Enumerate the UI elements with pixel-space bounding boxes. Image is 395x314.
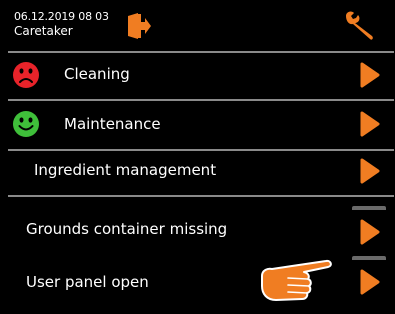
message-grounds-container-missing[interactable]: Grounds container missing: [0, 206, 395, 254]
datetime-text: 06.12.2019 08 03: [14, 10, 109, 23]
sad-face-icon: [12, 61, 40, 89]
menu-item-cleaning[interactable]: Cleaning: [0, 53, 395, 98]
arrow-right-button[interactable]: [352, 53, 386, 97]
menu-item-label: Maintenance: [64, 115, 161, 133]
header-bar: 06.12.2019 08 03 Caretaker: [0, 0, 395, 50]
separator-line: [8, 195, 394, 197]
menu-item-maintenance[interactable]: Maintenance: [0, 101, 395, 148]
arrow-right-button[interactable]: [352, 256, 386, 304]
wrench-icon[interactable]: [342, 10, 378, 42]
arrow-right-button[interactable]: [352, 102, 386, 146]
logout-door-icon[interactable]: [126, 12, 152, 40]
menu-item-label: Cleaning: [64, 65, 130, 83]
arrow-right-button[interactable]: [352, 206, 386, 254]
pointing-hand-icon: [258, 258, 338, 304]
arrow-right-button[interactable]: [352, 149, 386, 193]
message-label: User panel open: [26, 273, 149, 291]
menu-item-ingredient-management[interactable]: Ingredient management: [0, 151, 395, 193]
user-role-text: Caretaker: [14, 24, 73, 38]
happy-face-icon: [12, 110, 40, 138]
menu-item-label: Ingredient management: [34, 161, 217, 179]
message-label: Grounds container missing: [26, 220, 228, 238]
